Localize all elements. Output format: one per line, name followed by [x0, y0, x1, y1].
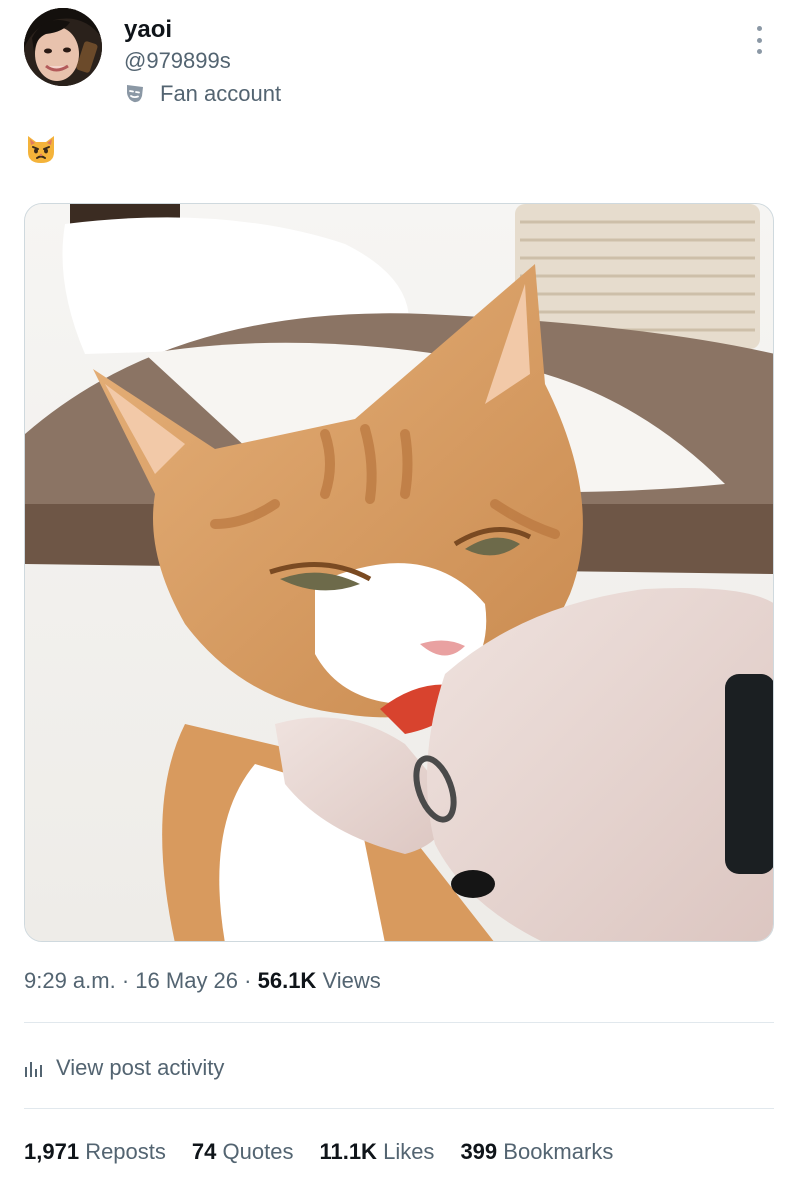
- stat-count: 11.1K: [319, 1139, 377, 1164]
- stat-label: Likes: [383, 1139, 435, 1164]
- author-name[interactable]: yaoi: [124, 16, 172, 44]
- stat-label: Reposts: [85, 1139, 166, 1164]
- theater-masks-icon: [127, 85, 143, 103]
- post-date[interactable]: 16 May 26: [135, 968, 238, 993]
- post-timestamp-views: 9:29 a.m. · 16 May 26 · 56.1K Views: [24, 968, 381, 994]
- post-time[interactable]: 9:29 a.m.: [24, 968, 116, 993]
- reposts-stat[interactable]: 1,971 Reposts: [24, 1139, 166, 1165]
- views-label: Views: [322, 968, 381, 993]
- divider: [24, 1108, 774, 1109]
- divider: [24, 1022, 774, 1023]
- avatar[interactable]: [24, 8, 102, 86]
- view-post-activity-label: View post activity: [56, 1055, 225, 1080]
- author-handle[interactable]: @979899s: [124, 48, 231, 74]
- likes-stat[interactable]: 11.1K Likes: [319, 1139, 434, 1165]
- views-count: 56.1K: [257, 968, 317, 993]
- meta-separator: ·: [121, 968, 130, 993]
- view-post-activity-link[interactable]: View post activity: [24, 1052, 224, 1084]
- stat-label: Bookmarks: [503, 1139, 614, 1164]
- engagement-stats: 1,971 Reposts 74 Quotes 11.1K Likes 399 …: [24, 1139, 639, 1165]
- bar-chart-icon: [25, 1062, 42, 1077]
- more-options-icon[interactable]: [752, 26, 766, 54]
- fan-account-label: Fan account: [160, 81, 282, 106]
- post-detail: yaoi @979899s Fan account 9:29 a.m. · 16…: [0, 0, 796, 1200]
- stat-count: 1,971: [24, 1139, 80, 1164]
- fan-account-badge: Fan account: [124, 80, 281, 108]
- pouting-cat-emoji: [28, 136, 54, 163]
- stat-count: 399: [460, 1139, 498, 1164]
- stat-label: Quotes: [222, 1139, 294, 1164]
- post-media-image[interactable]: [24, 203, 774, 942]
- stat-count: 74: [191, 1139, 217, 1164]
- quotes-stat[interactable]: 74 Quotes: [192, 1139, 294, 1165]
- meta-separator: ·: [244, 968, 252, 993]
- bookmarks-stat[interactable]: 399 Bookmarks: [460, 1139, 613, 1165]
